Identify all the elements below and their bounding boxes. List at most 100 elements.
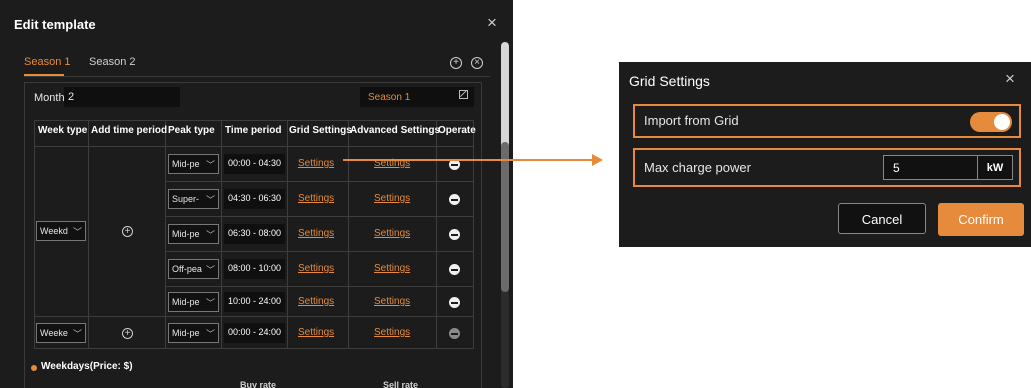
column-header-operate: Operate (438, 125, 476, 136)
import-from-grid-toggle[interactable] (970, 112, 1012, 132)
column-divider (88, 120, 89, 348)
remove-season-icon[interactable]: × (471, 57, 483, 69)
peak-type-select[interactable]: Mid-pe ﹀ (168, 154, 219, 174)
time-period-table: Week type Add time period Peak type Time… (34, 120, 476, 370)
peak-type-value: Super- (172, 194, 200, 204)
time-period-field[interactable]: 06:30 - 08:00 (224, 224, 285, 244)
time-period-field[interactable]: 00:00 - 04:30 (224, 154, 285, 174)
peak-type-value: Off-pea (172, 264, 202, 274)
peak-type-select[interactable]: Mid-pe ﹀ (168, 224, 219, 244)
column-divider (221, 120, 222, 348)
peak-type-value: Mid-pe (172, 229, 200, 239)
edit-icon[interactable] (459, 90, 468, 99)
legend-dot (31, 365, 37, 371)
column-header-time-period: Time period (225, 125, 282, 136)
remove-row-icon[interactable] (449, 328, 460, 339)
buy-rate-header: Buy rate (240, 380, 277, 388)
max-charge-power-label: Max charge power (644, 160, 751, 175)
advanced-settings-link[interactable]: Settings (374, 327, 410, 338)
row-divider (166, 286, 474, 287)
column-divider (165, 120, 166, 348)
remove-row-icon[interactable] (449, 194, 460, 205)
grid-settings-dialog: Grid Settings × Import from Grid Max cha… (619, 62, 1031, 247)
time-period-field[interactable]: 00:00 - 24:00 (224, 323, 285, 343)
remove-row-icon[interactable] (449, 229, 460, 240)
grid-settings-link[interactable]: Settings (298, 296, 334, 307)
peak-type-select[interactable]: Off-pea ﹀ (168, 259, 219, 279)
max-charge-power-input[interactable]: 5 (883, 155, 978, 180)
advanced-settings-link[interactable]: Settings (374, 263, 410, 274)
peak-type-select[interactable]: Mid-pe ﹀ (168, 292, 219, 312)
max-charge-power-row: Max charge power 5 kW (633, 148, 1021, 187)
row-divider (166, 216, 474, 217)
add-time-period-icon[interactable]: + (122, 328, 133, 339)
remove-row-icon[interactable] (449, 264, 460, 275)
time-period-field[interactable]: 10:00 - 24:00 (224, 292, 285, 312)
week-type-value: Weeke (40, 328, 68, 338)
close-icon[interactable]: × (487, 14, 497, 31)
tab-season-2[interactable]: Season 2 (89, 56, 135, 68)
chevron-down-icon: ﹀ (72, 227, 82, 237)
unit-label: kW (977, 155, 1013, 180)
advanced-settings-link[interactable]: Settings (374, 296, 410, 307)
column-header-peak-type: Peak type (168, 125, 215, 136)
add-season-icon[interactable]: + (450, 57, 462, 69)
grid-settings-link[interactable]: Settings (298, 228, 334, 239)
time-period-field[interactable]: 04:30 - 06:30 (224, 189, 285, 209)
chevron-down-icon: ﹀ (205, 160, 215, 170)
table-border-bottom (34, 348, 474, 349)
week-type-select[interactable]: Weekd ﹀ (36, 221, 86, 241)
toggle-knob (994, 114, 1010, 130)
column-divider (473, 120, 474, 348)
close-icon[interactable]: × (1005, 70, 1015, 87)
chevron-down-icon: ﹀ (205, 230, 215, 240)
chevron-down-icon: ﹀ (72, 329, 82, 339)
chevron-down-icon: ﹀ (205, 195, 215, 205)
season-name-input[interactable]: Season 1 (360, 87, 474, 107)
row-divider (166, 251, 474, 252)
tab-divider (24, 76, 490, 77)
remove-row-icon[interactable] (449, 297, 460, 308)
grid-settings-link[interactable]: Settings (298, 158, 334, 169)
group-divider (34, 316, 474, 317)
column-header-week-type: Week type (38, 125, 88, 136)
peak-type-select[interactable]: Mid-pe ﹀ (168, 323, 219, 343)
edit-template-dialog: Edit template × Season 1 Season 2 + × Mo… (0, 0, 513, 388)
season-panel: Month 2 Season 1 Week type Add time peri… (24, 82, 482, 388)
column-divider (34, 120, 35, 348)
sell-rate-header: Sell rate (383, 380, 419, 388)
confirm-button[interactable]: Confirm (938, 203, 1024, 236)
table-border-top (34, 120, 474, 121)
column-header-add-time-period: Add time period (91, 125, 168, 136)
month-input[interactable]: 2 (64, 87, 180, 107)
column-header-grid-settings: Grid Settings (289, 125, 352, 136)
cancel-button[interactable]: Cancel (838, 203, 926, 234)
row-divider (166, 181, 474, 182)
import-from-grid-label: Import from Grid (644, 113, 739, 128)
month-label: Month (34, 92, 65, 104)
price-legend: Weekdays(Price: $) (41, 361, 133, 372)
column-header-advanced-settings: Advanced Settings (350, 125, 441, 136)
import-from-grid-row: Import from Grid (633, 104, 1021, 138)
column-divider (287, 120, 288, 348)
peak-type-value: Mid-pe (172, 159, 200, 169)
week-type-select[interactable]: Weeke ﹀ (36, 323, 86, 343)
dialog-title: Edit template (14, 17, 96, 32)
peak-type-value: Mid-pe (172, 297, 200, 307)
time-period-field[interactable]: 08:00 - 10:00 (224, 259, 285, 279)
advanced-settings-link[interactable]: Settings (374, 193, 410, 204)
tab-season-1[interactable]: Season 1 (24, 56, 70, 68)
grid-settings-link[interactable]: Settings (298, 327, 334, 338)
chevron-down-icon: ﹀ (205, 298, 215, 308)
advanced-settings-link[interactable]: Settings (374, 228, 410, 239)
scrollbar[interactable] (501, 42, 509, 388)
column-divider (348, 120, 349, 348)
chevron-down-icon: ﹀ (205, 265, 215, 275)
add-time-period-icon[interactable]: + (122, 226, 133, 237)
peak-type-select[interactable]: Super- ﹀ (168, 189, 219, 209)
dialog-title: Grid Settings (629, 73, 710, 89)
scrollbar-track-segment (501, 142, 509, 292)
grid-settings-link[interactable]: Settings (298, 193, 334, 204)
grid-settings-link[interactable]: Settings (298, 263, 334, 274)
arrow-right-icon (592, 154, 603, 166)
